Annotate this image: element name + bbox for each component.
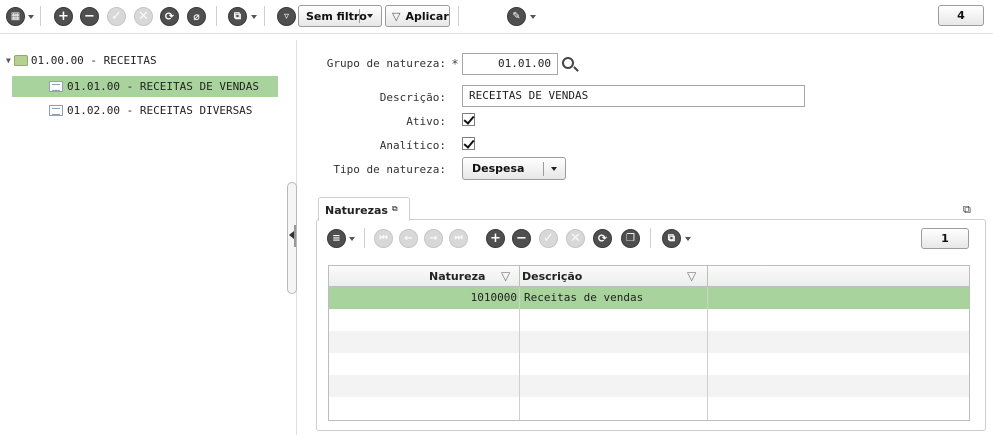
grid-menu-icon[interactable]: ▦ <box>6 7 25 26</box>
table-row <box>329 375 969 397</box>
apply-filter-button[interactable]: ▽ Aplicar <box>385 5 450 27</box>
add-icon[interactable]: + <box>486 229 505 248</box>
main-toolbar: ▦ + − ✓ ✕ ⟳ ⌀ ⧉ ▿ Sem filtro ▽ Aplicar ✎… <box>0 0 993 34</box>
sub-record-count-badge: 1 <box>921 228 969 249</box>
table-row <box>329 353 969 375</box>
column-divider <box>707 266 708 287</box>
toolbar-separator <box>458 6 459 26</box>
chevron-down-icon[interactable] <box>28 15 34 19</box>
analitico-label: Analítico: <box>379 139 446 152</box>
tab-naturezas-label: Naturezas <box>325 204 388 217</box>
tree-node-label: 01.02.00 - RECEITAS DIVERSAS <box>67 104 253 117</box>
maximize-icon[interactable]: ⧉ <box>963 203 971 217</box>
grid-body: 1010000 Receitas de vendas <box>328 287 970 421</box>
table-icon <box>49 105 63 116</box>
descricao-value: RECEITAS DE VENDAS <box>469 89 589 102</box>
copy-menu-icon[interactable]: ⧉ <box>662 229 681 248</box>
chevron-down-icon <box>367 14 373 18</box>
wrench-icon[interactable]: ✎ <box>507 7 526 26</box>
required-mark: * <box>452 57 458 71</box>
filter-icon[interactable]: ▽ <box>687 269 696 283</box>
record-count-badge: 4 <box>938 5 984 26</box>
confirm-icon[interactable]: ✓ <box>107 7 126 26</box>
table-row <box>329 309 969 331</box>
copy-menu-icon[interactable]: ⧉ <box>228 7 247 26</box>
filter-select[interactable]: Sem filtro <box>298 5 382 27</box>
refresh-icon[interactable]: ⟳ <box>160 7 179 26</box>
tipo-natureza-value: Despesa <box>472 162 525 175</box>
toolbar-separator <box>40 6 41 26</box>
chevron-down-icon <box>551 167 557 171</box>
next-record-icon[interactable]: → <box>424 229 443 248</box>
tree-node-receitas-vendas[interactable]: 01.01.00 - RECEITAS DE VENDAS <box>12 76 278 97</box>
cancel-icon[interactable]: ✕ <box>134 7 153 26</box>
column-divider <box>519 287 520 420</box>
column-divider <box>707 287 708 420</box>
sub-record-count: 1 <box>941 232 949 245</box>
toolbar-separator <box>264 6 265 26</box>
table-row <box>329 397 969 420</box>
tree-node-label: 01.01.00 - RECEITAS DE VENDAS <box>67 80 260 93</box>
funnel-icon: ▽ <box>392 9 401 23</box>
record-count: 4 <box>957 9 965 22</box>
remove-icon[interactable]: − <box>80 7 99 26</box>
cell-descricao: Receitas de vendas <box>524 291 644 304</box>
search-icon[interactable] <box>562 57 579 72</box>
descricao-label: Descrição: <box>379 91 446 104</box>
toolbar-separator <box>364 228 365 248</box>
chevron-down-icon[interactable] <box>685 237 691 241</box>
grupo-natureza-input[interactable]: 01.01.00 <box>462 53 558 75</box>
chevron-down-icon[interactable] <box>530 15 536 19</box>
tipo-natureza-select[interactable]: Despesa <box>462 157 566 180</box>
remove-icon[interactable]: − <box>512 229 531 248</box>
filter-icon[interactable]: ▿ <box>277 7 296 26</box>
descricao-input[interactable]: RECEITAS DE VENDAS <box>462 85 805 107</box>
filter-select-divider <box>359 9 360 23</box>
tipo-label: Tipo de natureza: <box>333 163 446 176</box>
toolbar-separator <box>650 228 651 248</box>
chevron-down-icon[interactable] <box>349 237 355 241</box>
last-record-icon[interactable]: ⏭ <box>449 229 468 248</box>
tree-node-label: 01.00.00 - RECEITAS <box>30 54 157 67</box>
detach-icon[interactable]: ⧉ <box>392 204 398 213</box>
folder-icon <box>13 55 28 66</box>
add-icon[interactable]: + <box>54 7 73 26</box>
cell-natureza: 1010000 <box>470 291 517 304</box>
select-divider <box>543 162 544 176</box>
apply-filter-label: Aplicar <box>405 9 449 23</box>
column-header-descricao[interactable]: Descrição <box>522 270 582 283</box>
natureza-tree: ▼ 01.00.00 - RECEITAS 01.01.00 - RECEITA… <box>0 36 290 440</box>
tree-node-receitas-diversas[interactable]: 01.02.00 - RECEITAS DIVERSAS <box>49 100 252 121</box>
panel-splitter[interactable] <box>287 182 297 294</box>
column-header-natureza[interactable]: Natureza <box>429 270 485 283</box>
grupo-label: Grupo de natureza: <box>326 57 446 70</box>
grupo-natureza-value: 01.01.00 <box>498 57 551 70</box>
expand-arrow-icon[interactable]: ▼ <box>6 56 11 65</box>
table-row[interactable]: 1010000 Receitas de vendas <box>329 287 969 309</box>
ativo-label: Ativo: <box>406 115 446 128</box>
duplicate-icon[interactable]: ❐ <box>621 229 640 248</box>
table-row <box>329 331 969 353</box>
confirm-icon[interactable]: ✓ <box>539 229 558 248</box>
refresh-icon[interactable]: ⟳ <box>593 229 612 248</box>
filter-select-label: Sem filtro <box>306 9 367 23</box>
tab-naturezas[interactable]: Naturezas ⧉ <box>318 197 410 221</box>
attach-icon[interactable]: ⌀ <box>187 7 206 26</box>
chevron-down-icon[interactable] <box>251 15 257 19</box>
analitico-checkbox[interactable] <box>462 137 475 150</box>
column-divider <box>519 266 520 287</box>
tree-node-root[interactable]: ▼ 01.00.00 - RECEITAS <box>6 50 157 71</box>
filter-icon[interactable]: ▽ <box>501 269 510 283</box>
table-icon <box>49 81 63 92</box>
list-menu-icon[interactable]: ≡ <box>327 229 346 248</box>
toolbar-separator <box>216 6 217 26</box>
splitter-grip <box>294 225 296 247</box>
grid-header: Natureza ▽ Descrição ▽ <box>328 265 970 287</box>
search-icon-handle <box>573 66 579 72</box>
ativo-checkbox[interactable] <box>462 113 475 126</box>
previous-record-icon[interactable]: ← <box>399 229 418 248</box>
first-record-icon[interactable]: ⏮ <box>374 229 393 248</box>
cancel-icon[interactable]: ✕ <box>566 229 585 248</box>
